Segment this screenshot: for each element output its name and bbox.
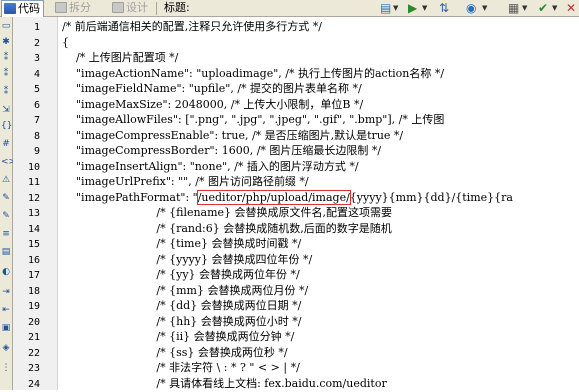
code-view-label: 代码 bbox=[18, 2, 40, 15]
line-number-gutter: 1 2 3 4 5 6 7 8 9 10 11 12 13 14 15 16 1… bbox=[13, 17, 58, 390]
code-hint-icon[interactable]: ◈ bbox=[1, 343, 11, 353]
line-number: 4 bbox=[34, 67, 40, 83]
show-code-navigator-icon[interactable]: ✱ bbox=[1, 37, 11, 47]
chevron-down-icon[interactable]: ▼ bbox=[522, 1, 527, 16]
check-page-icon[interactable]: ✕ bbox=[566, 1, 576, 16]
code-line[interactable]: "imageCompressBorder": 1600, /* 图片压缩最长边限… bbox=[62, 143, 381, 159]
line-number: 15 bbox=[28, 237, 40, 253]
apply-comment-icon[interactable]: ✎ bbox=[1, 193, 11, 203]
line-numbers-icon[interactable]: # bbox=[1, 139, 11, 149]
code-line[interactable]: /* {dd} 会替换成两位日期 */ bbox=[62, 298, 301, 314]
code-line[interactable]: /* {filename} 会替换成原文件名,配置这项需要 bbox=[62, 205, 392, 221]
code-line[interactable]: /* {yyyy} 会替换成四位年份 */ bbox=[62, 252, 312, 268]
design-view-icon bbox=[112, 2, 124, 13]
code-line[interactable]: /* {time} 会替换成时间戳 */ bbox=[62, 236, 301, 252]
code-line[interactable]: /* {ss} 会替换成两位秒 */ bbox=[62, 345, 288, 361]
line-number: 12 bbox=[28, 191, 40, 207]
split-view-button[interactable]: 拆分 bbox=[55, 0, 91, 17]
chevron-down-icon[interactable]: ▼ bbox=[422, 1, 427, 16]
line-number: 11 bbox=[28, 175, 40, 191]
open-documents-icon[interactable]: ▭ bbox=[1, 21, 11, 31]
syntax-error-alerts-icon[interactable]: ⚠ bbox=[1, 175, 11, 185]
toolbar-separator bbox=[156, 2, 157, 15]
code-line[interactable]: /* {rand:6} 会替换成随机数,后面的数字是随机 bbox=[62, 221, 392, 237]
validate-check-icon[interactable]: ✔ bbox=[538, 1, 548, 16]
code-line[interactable]: { bbox=[62, 35, 69, 51]
refresh-icon[interactable]: ⇅ bbox=[439, 1, 449, 16]
line-number: 2 bbox=[34, 36, 40, 52]
code-line[interactable]: "imageUrlPrefix": "", /* 图片访问路径前缀 */ bbox=[62, 174, 309, 190]
line-number: 13 bbox=[28, 206, 40, 222]
line-number: 19 bbox=[28, 299, 40, 315]
highlighted-path-box: /ueditor/php/upload/image/ bbox=[198, 191, 350, 204]
chevron-down-icon[interactable]: ▼ bbox=[482, 1, 487, 16]
format-source-icon[interactable]: ▣ bbox=[1, 323, 11, 333]
design-view-button[interactable]: 设计 bbox=[112, 0, 148, 17]
balance-braces-icon[interactable]: {} bbox=[1, 121, 11, 131]
line-number: 14 bbox=[28, 222, 40, 238]
code-line[interactable]: "imageAllowFiles": [".png", ".jpg", ".jp… bbox=[62, 112, 444, 128]
code-line[interactable]: /* {hh} 会替换成两位小时 */ bbox=[62, 314, 301, 330]
code-line[interactable]: /* 非法字符 \ : * ? " < > | */ bbox=[62, 360, 300, 376]
remove-comment-icon[interactable]: ✎ bbox=[1, 211, 11, 221]
preview-in-browser-icon[interactable]: ▶ bbox=[408, 1, 417, 16]
line-number: 5 bbox=[34, 82, 40, 98]
collapse-selection-icon[interactable]: ⁑ bbox=[1, 69, 11, 79]
code-line[interactable]: "imageFieldName": "upfile", /* 提交的图片表单名称… bbox=[62, 81, 362, 97]
code-line[interactable]: "imageActionName": "uploadimage", /* 执行上… bbox=[62, 66, 444, 82]
line-number: 7 bbox=[34, 113, 40, 129]
title-label: 标题: bbox=[164, 0, 190, 17]
line-number: 3 bbox=[34, 51, 40, 67]
design-view-label: 设计 bbox=[126, 1, 148, 14]
wrap-tag-icon[interactable]: ≡ bbox=[1, 229, 11, 239]
indent-code-icon[interactable]: ⇥ bbox=[1, 287, 11, 297]
select-parent-tag-icon[interactable]: ⇲ bbox=[1, 105, 11, 115]
code-line[interactable]: "imageMaxSize": 2048000, /* 上传大小限制，单位B *… bbox=[62, 97, 363, 113]
coding-toolbar: ▭ ✱ ⁑ ⁑ ⁑ ⇲ {} # <> ⚠ ✎ ✎ ≡ ▤ ◐ ⇥ ⇤ ▣ ◈ … bbox=[0, 17, 13, 390]
code-line[interactable]: /* {yy} 会替换成两位年份 */ bbox=[62, 267, 300, 283]
code-line[interactable]: /* {ii} 会替换成两位分钟 */ bbox=[62, 329, 294, 345]
code-view-icon bbox=[4, 3, 16, 14]
line-number: 10 bbox=[28, 160, 40, 176]
highlight-invalid-code-icon[interactable]: <> bbox=[1, 157, 11, 167]
line-number: 23 bbox=[28, 361, 40, 377]
document-toolbar: 代码 拆分 设计 标题: ▤ ▼ ▶ ▼ ⇅ ◉ ▼ ▦ ▼ ✔ ▼ ✕ bbox=[0, 0, 579, 17]
code-line[interactable]: "imageInsertAlign": "none", /* 插入的图片浮动方式… bbox=[62, 159, 359, 175]
view-options-icon[interactable]: ▦ bbox=[508, 1, 519, 16]
line-number: 18 bbox=[28, 284, 40, 300]
more-tools-icon[interactable]: ⋮ bbox=[1, 363, 11, 373]
split-view-label: 拆分 bbox=[69, 1, 91, 14]
line-number: 8 bbox=[34, 129, 40, 145]
recent-snippets-icon[interactable]: ▤ bbox=[1, 247, 11, 257]
line-number: 17 bbox=[28, 268, 40, 284]
code-editor[interactable]: /* 前后端通信相关的配置,注释只允许使用多行方式 */ { /* 上传图片配置… bbox=[62, 17, 579, 390]
line-number: 21 bbox=[28, 330, 40, 346]
split-view-icon bbox=[55, 2, 67, 13]
line-number: 16 bbox=[28, 253, 40, 269]
line-number: 1 bbox=[34, 20, 40, 36]
globe-icon[interactable]: ◉ bbox=[466, 1, 476, 16]
collapse-tag-icon[interactable]: ⁑ bbox=[1, 53, 11, 63]
chevron-down-icon[interactable]: ▼ bbox=[393, 1, 398, 16]
line-number: 9 bbox=[34, 144, 40, 160]
code-line[interactable]: /* 上传图片配置项 */ bbox=[62, 50, 178, 66]
code-line-image-path-format[interactable]: "imagePathFormat": "/ueditor/php/upload/… bbox=[62, 190, 513, 206]
code-view-button[interactable]: 代码 bbox=[1, 0, 44, 17]
code-line[interactable]: /* 具请体看线上文档: fex.baidu.com/ueditor bbox=[62, 376, 387, 391]
outdent-code-icon[interactable]: ⇤ bbox=[1, 305, 11, 315]
title-input[interactable] bbox=[196, 0, 376, 17]
line-number: 6 bbox=[34, 98, 40, 114]
file-management-icon[interactable]: ▤ bbox=[380, 1, 391, 16]
chevron-down-icon[interactable]: ▼ bbox=[552, 1, 557, 16]
code-line-tail: {yyyy}{mm}{dd}/{time}{ra bbox=[350, 191, 513, 204]
code-line-prefix: "imagePathFormat": " bbox=[62, 191, 198, 204]
line-number: 20 bbox=[28, 315, 40, 331]
code-line[interactable]: /* 前后端通信相关的配置,注释只允许使用多行方式 */ bbox=[62, 19, 322, 35]
move-css-icon[interactable]: ◐ bbox=[1, 267, 11, 277]
code-line[interactable]: /* {mm} 会替换成两位月份 */ bbox=[62, 283, 308, 299]
code-line[interactable]: "imageCompressEnable": true, /* 是否压缩图片,默… bbox=[62, 128, 403, 144]
line-number: 22 bbox=[28, 346, 40, 362]
expand-all-icon[interactable]: ⁑ bbox=[1, 87, 11, 97]
